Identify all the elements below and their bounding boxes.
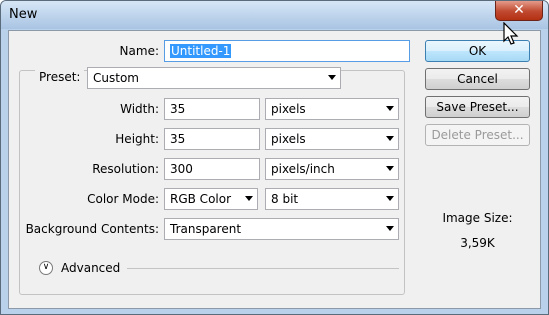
resolution-unit-value: pixels/inch xyxy=(271,162,335,176)
chevron-down-icon xyxy=(328,75,336,80)
height-unit-value: pixels xyxy=(271,132,306,146)
resolution-unit-select[interactable]: pixels/inch xyxy=(265,158,399,180)
chevron-down-icon xyxy=(386,106,394,111)
name-label: Name: xyxy=(119,44,159,58)
background-contents-select[interactable]: Transparent xyxy=(164,218,399,240)
background-contents-value: Transparent xyxy=(170,222,242,236)
chevron-double-down-icon[interactable]: ∨ xyxy=(39,261,53,275)
name-input-value: Untitled-1 xyxy=(170,44,232,58)
bit-depth-select[interactable]: 8 bit xyxy=(265,188,399,210)
color-mode-value: RGB Color xyxy=(170,192,232,206)
bit-depth-value: 8 bit xyxy=(271,192,299,206)
height-unit-select[interactable]: pixels xyxy=(265,128,399,150)
color-mode-select[interactable]: RGB Color xyxy=(164,188,258,210)
delete-preset-button: Delete Preset... xyxy=(425,124,530,146)
resolution-label: Resolution: xyxy=(92,162,159,176)
color-mode-label: Color Mode: xyxy=(87,192,159,206)
chevron-down-icon xyxy=(386,166,394,171)
width-value: 35 xyxy=(170,102,186,116)
preset-label: Preset: xyxy=(35,70,85,84)
width-unit-select[interactable]: pixels xyxy=(265,98,399,120)
close-button[interactable]: ✕ xyxy=(495,1,543,21)
dialog-body: Name: Untitled-1 Preset: Custom Width: 3… xyxy=(8,30,541,309)
chevron-down-icon xyxy=(386,136,394,141)
chevron-down-icon xyxy=(386,196,394,201)
title-bar[interactable]: New ✕ xyxy=(1,1,548,29)
advanced-divider xyxy=(127,268,399,269)
chevron-down-icon xyxy=(245,196,253,201)
resolution-value: 300 xyxy=(170,162,193,176)
height-input[interactable]: 35 xyxy=(164,128,260,150)
height-value: 35 xyxy=(170,132,186,146)
width-unit-value: pixels xyxy=(271,102,306,116)
save-preset-button[interactable]: Save Preset... xyxy=(425,96,530,118)
image-size-value: 3,59K xyxy=(460,236,495,250)
name-input[interactable]: Untitled-1 xyxy=(164,40,410,62)
image-size-label: Image Size: xyxy=(442,211,513,225)
window-title: New xyxy=(9,7,38,22)
height-label: Height: xyxy=(115,132,159,146)
chevron-down-icon xyxy=(386,226,394,231)
background-contents-label: Background Contents: xyxy=(25,222,159,236)
close-icon: ✕ xyxy=(513,2,525,18)
preset-value: Custom xyxy=(93,71,139,85)
cancel-button[interactable]: Cancel xyxy=(425,68,530,90)
width-input[interactable]: 35 xyxy=(164,98,260,120)
advanced-label[interactable]: Advanced xyxy=(61,261,120,275)
new-document-dialog: New ✕ Name: Untitled-1 Preset: Custom Wi… xyxy=(0,0,549,315)
preset-select[interactable]: Custom xyxy=(87,67,341,89)
width-label: Width: xyxy=(120,102,159,116)
mouse-cursor-icon xyxy=(503,22,519,45)
resolution-input[interactable]: 300 xyxy=(164,158,260,180)
